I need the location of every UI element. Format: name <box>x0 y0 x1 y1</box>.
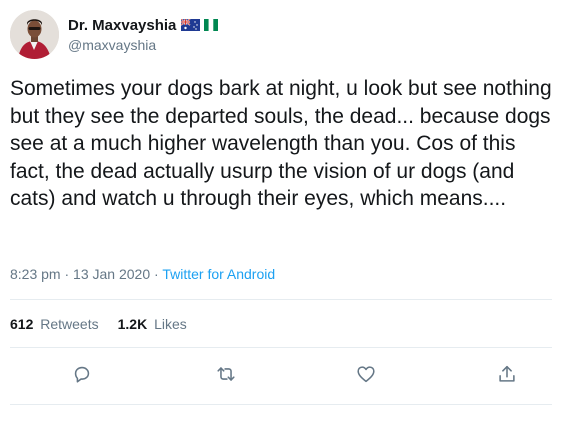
tweet-source-link[interactable]: Twitter for Android <box>162 266 275 282</box>
divider <box>10 299 552 300</box>
share-icon <box>499 365 515 382</box>
likes-count: 1.2K <box>117 316 148 332</box>
retweets-label: Retweets <box>40 316 99 332</box>
australia-flag-icon <box>181 19 201 31</box>
retweets-stat[interactable]: 612 Retweets <box>10 316 99 332</box>
like-button[interactable] <box>354 362 378 386</box>
meta-separator: · <box>154 266 159 282</box>
reply-icon <box>74 366 90 383</box>
divider <box>10 347 552 348</box>
divider <box>10 404 552 405</box>
likes-stat[interactable]: 1.2K Likes <box>118 316 187 332</box>
meta-separator: · <box>64 266 70 282</box>
retweets-count: 612 <box>10 316 34 332</box>
avatar[interactable] <box>10 10 59 59</box>
tweet-stats: 612 Retweets 1.2K Likes <box>10 316 206 332</box>
author-name-row: Dr. Maxvayshia <box>68 16 219 34</box>
likes-label: Likes <box>154 316 187 332</box>
tweet-text: Sometimes your dogs bark at night, u loo… <box>10 77 552 210</box>
heart-icon <box>357 366 375 383</box>
tweet-time[interactable]: 8:23 pm <box>10 266 61 282</box>
tweet-card: Dr. Maxvayshia @maxvayshia Sometimes you… <box>0 0 562 428</box>
retweet-button[interactable] <box>214 362 238 386</box>
tweet-date[interactable]: 13 Jan 2020 <box>73 266 150 282</box>
author-handle[interactable]: @maxvayshia <box>68 37 156 53</box>
reply-button[interactable] <box>70 362 94 386</box>
display-name[interactable]: Dr. Maxvayshia <box>68 17 176 34</box>
nigeria-flag-icon <box>204 19 219 31</box>
tweet-actions <box>0 362 562 386</box>
share-button[interactable] <box>495 362 519 386</box>
retweet-icon <box>217 367 235 381</box>
tweet-meta: 8:23 pm · 13 Jan 2020 · Twitter for Andr… <box>10 266 275 282</box>
